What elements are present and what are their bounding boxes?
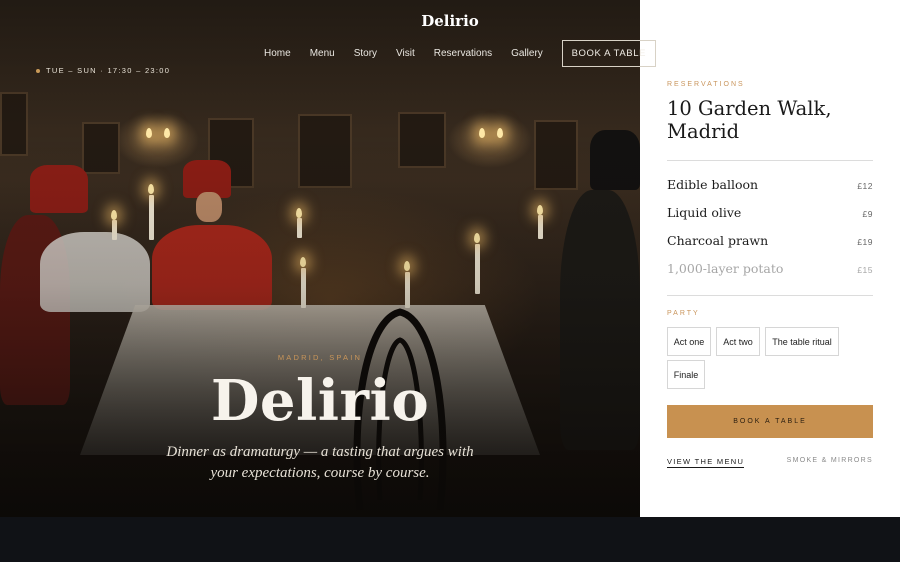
reservation-panel: RESERVATIONS 10 Garden Walk, Madrid Edib… — [640, 0, 900, 517]
nav-menu[interactable]: Menu — [310, 48, 335, 59]
divider — [667, 295, 873, 296]
restaurant-address: 10 Garden Walk, Madrid — [667, 97, 832, 143]
menu-item-name: Edible balloon — [667, 177, 759, 192]
nav-visit[interactable]: Visit — [396, 48, 415, 59]
view-menu-link[interactable]: VIEW THE MENU — [667, 457, 745, 468]
menu-item-price: £9 — [862, 209, 873, 219]
opening-hours-text: TUE – SUN · 17:30 – 23:00 — [46, 66, 171, 75]
opening-hours: TUE – SUN · 17:30 – 23:00 — [36, 66, 170, 75]
party-option-finale[interactable]: Finale — [667, 360, 705, 389]
hero-title: Delirio — [210, 368, 430, 434]
divider — [667, 160, 873, 161]
page-footer-strip — [0, 517, 900, 562]
menu-item: Charcoal prawn £19 — [667, 233, 873, 248]
menu-item-price: £12 — [857, 181, 873, 191]
nav-home[interactable]: Home — [264, 48, 291, 59]
main-nav: Home Menu Story Visit Reservations Galle… — [264, 40, 656, 67]
menu-item-price: £15 — [857, 265, 873, 275]
hero-subtitle: Dinner as dramaturgy — a tasting that ar… — [166, 444, 474, 481]
menu-item: 1,000-layer potato £15 — [667, 261, 873, 276]
book-table-button[interactable]: BOOK A TABLE — [667, 405, 873, 438]
nav-book-table-button[interactable]: BOOK A TABLE — [561, 40, 656, 67]
party-option-act-two[interactable]: Act two — [716, 327, 760, 356]
menu-item-price: £19 — [857, 237, 873, 247]
tagline: SMOKE & MIRRORS — [786, 457, 873, 464]
nav-reservations[interactable]: Reservations — [434, 48, 492, 59]
nav-story[interactable]: Story — [354, 48, 377, 59]
menu-item: Edible balloon £12 — [667, 177, 873, 192]
hero-scrim — [0, 0, 640, 517]
status-dot-icon — [36, 68, 40, 73]
menu-item-name: Liquid olive — [667, 205, 742, 220]
menu-item: Liquid olive £9 — [667, 205, 873, 220]
nav-gallery[interactable]: Gallery — [511, 48, 543, 59]
menu-item-name: 1,000-layer potato — [667, 261, 784, 276]
party-option-table-ritual[interactable]: The table ritual — [765, 327, 839, 356]
hero-location: MADRID, SPAIN — [277, 353, 363, 362]
hero-section — [0, 0, 640, 517]
site-logo[interactable]: Delirio — [0, 12, 900, 30]
party-label: PARTY — [667, 310, 700, 317]
menu-item-name: Charcoal prawn — [667, 233, 769, 248]
reservations-label: RESERVATIONS — [667, 81, 745, 88]
party-option-act-one[interactable]: Act one — [667, 327, 711, 356]
